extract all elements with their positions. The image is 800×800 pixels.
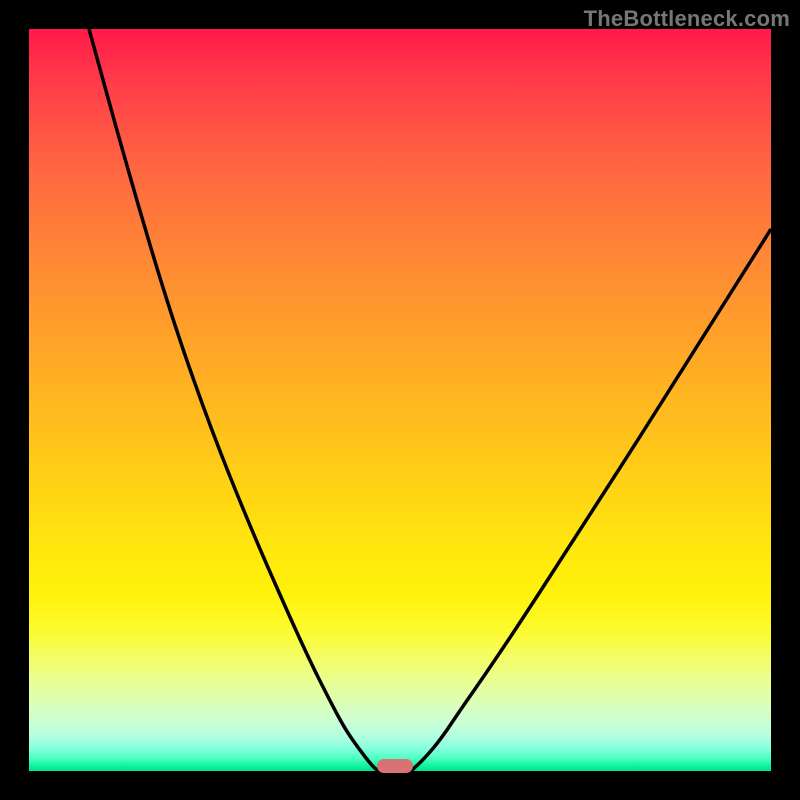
bottleneck-curve (29, 29, 771, 771)
minimum-marker (377, 759, 413, 773)
curve-right-branch (411, 229, 771, 771)
watermark-text: TheBottleneck.com (584, 6, 790, 32)
curve-left-branch (89, 29, 379, 771)
